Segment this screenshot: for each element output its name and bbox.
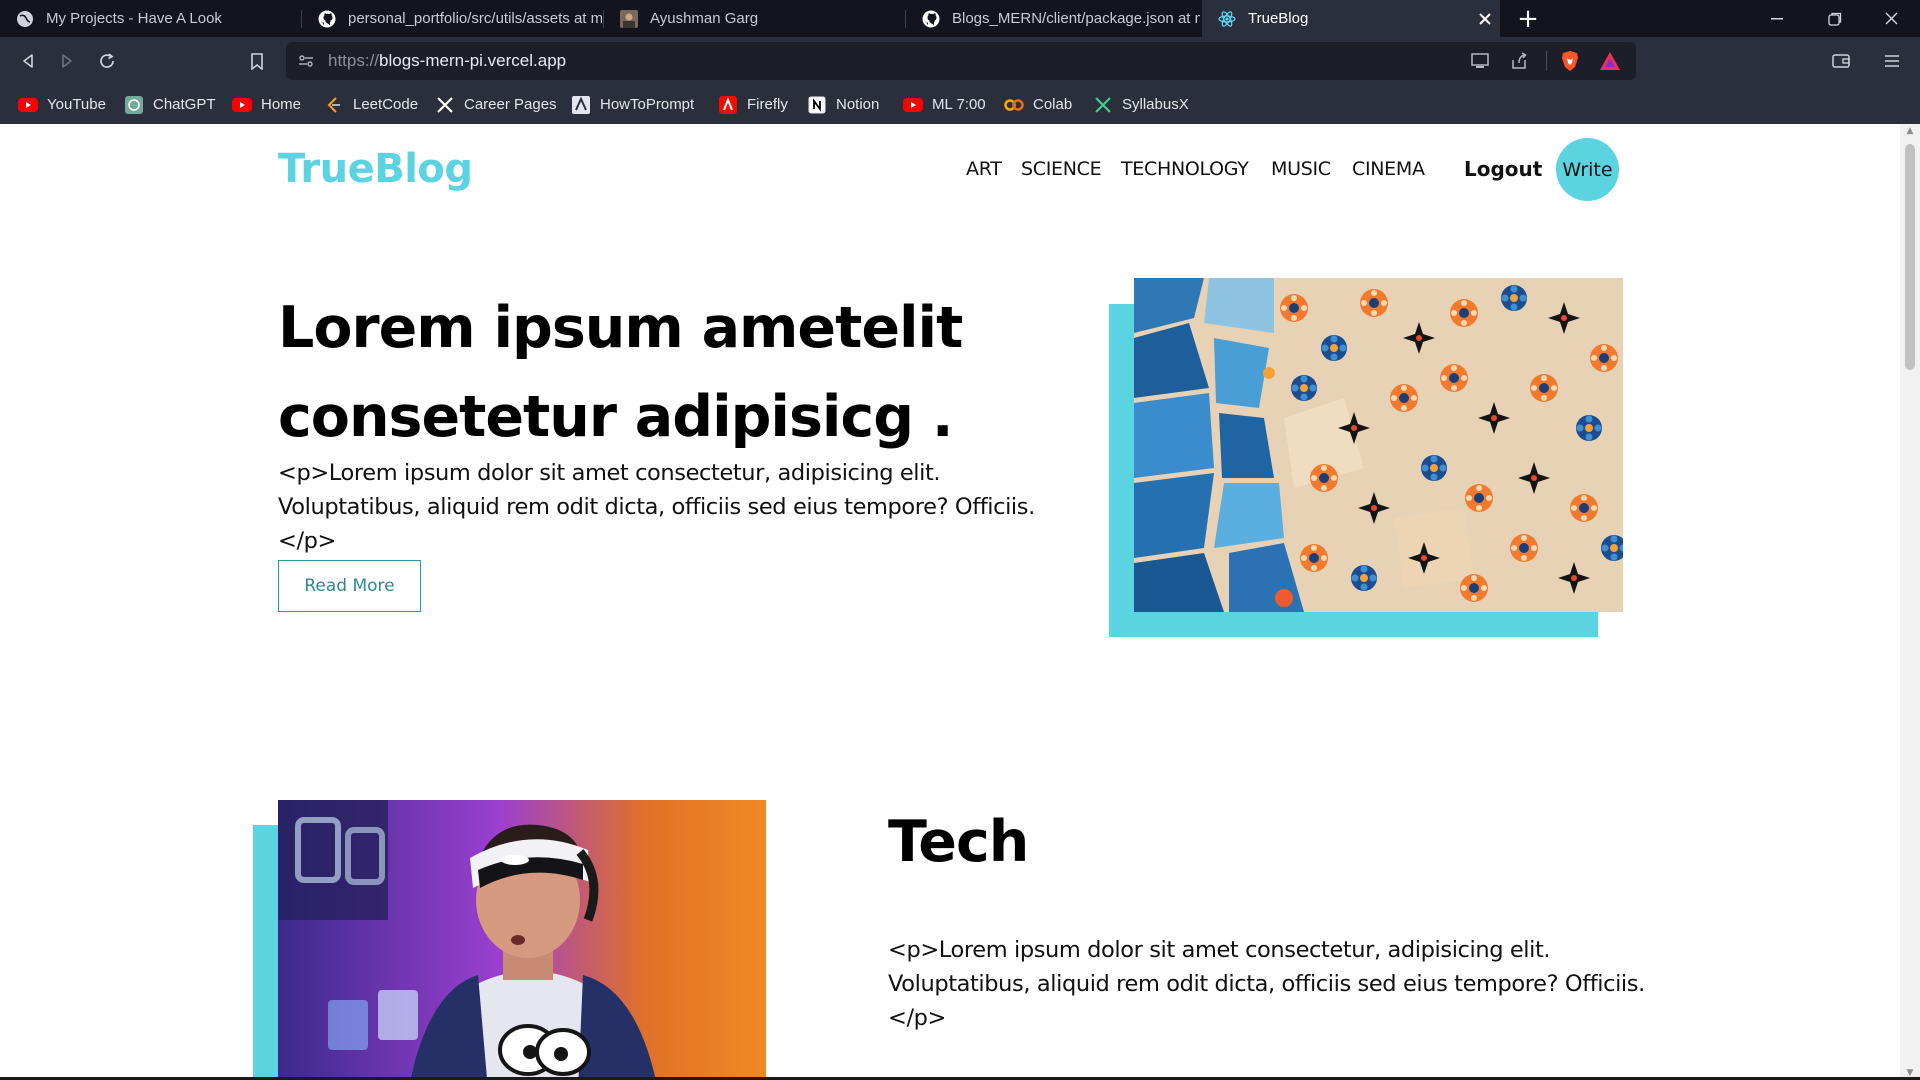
url-host: blogs-mern-pi.vercel.app bbox=[379, 51, 567, 70]
leetcode-icon bbox=[324, 96, 344, 114]
photo-icon bbox=[620, 9, 638, 28]
bookmark-label: LeetCode bbox=[353, 96, 419, 113]
bookmark-leetcode[interactable]: LeetCode bbox=[324, 85, 418, 124]
bookmark-label: Colab bbox=[1033, 96, 1073, 113]
logout-link[interactable]: Logout bbox=[1464, 157, 1542, 181]
back-icon[interactable] bbox=[12, 37, 44, 85]
bookmarks-bar: YouTube ChatGPT Home LeetCode Career Pag… bbox=[0, 85, 1920, 124]
browser-tab-title: TrueBlog bbox=[1248, 10, 1309, 27]
url-text[interactable]: https://blogs-mern-pi.vercel.app bbox=[328, 42, 566, 80]
post-image-vr bbox=[278, 800, 766, 1080]
bookmark-label: ChatGPT bbox=[153, 96, 216, 113]
post-image-mosaic bbox=[1134, 278, 1623, 612]
nav-category-science[interactable]: SCIENCE bbox=[1021, 158, 1102, 180]
browser-tab[interactable]: personal_portfolio/src/utils/assets at m bbox=[302, 0, 602, 37]
address-bar[interactable]: https://blogs-mern-pi.vercel.app bbox=[286, 42, 1636, 80]
bookmark-label: Career Pages bbox=[464, 96, 557, 113]
bookmark-colab[interactable]: Colab bbox=[1004, 85, 1072, 124]
scrollbar-thumb[interactable] bbox=[1905, 144, 1915, 370]
bookmark-label: HowToPrompt bbox=[600, 96, 695, 113]
github-icon bbox=[922, 10, 940, 28]
browser-tab-title: personal_portfolio/src/utils/assets at m bbox=[348, 10, 602, 27]
adobe-icon bbox=[718, 95, 738, 114]
bookmark-notion[interactable]: Notion bbox=[807, 85, 879, 124]
react-icon bbox=[1218, 10, 1236, 28]
reload-icon[interactable] bbox=[91, 37, 123, 85]
bookmark-label: YouTube bbox=[47, 96, 106, 113]
write-button[interactable]: Write bbox=[1556, 138, 1619, 201]
browser-tab-title: Ayushman Garg bbox=[650, 10, 759, 27]
site-settings-icon[interactable] bbox=[298, 53, 314, 73]
browser-tab-active[interactable]: TrueBlog bbox=[1202, 0, 1500, 37]
read-more-button[interactable]: Read More bbox=[278, 560, 421, 612]
browser-tab[interactable]: Blogs_MERN/client/package.json at m bbox=[906, 0, 1200, 37]
nav-category-art[interactable]: ART bbox=[966, 158, 1002, 180]
post-description: <p>Lorem ipsum dolor sit amet consectetu… bbox=[278, 460, 1035, 554]
youtube-icon bbox=[18, 96, 38, 114]
browser-tab-title: Blogs_MERN/client/package.json at m bbox=[952, 10, 1200, 27]
brave-rewards-icon[interactable] bbox=[1599, 51, 1621, 75]
colab-icon bbox=[1004, 96, 1024, 114]
bookmark-youtube[interactable]: YouTube bbox=[18, 85, 106, 124]
browser-tab[interactable]: My Projects - Have A Look bbox=[0, 0, 300, 37]
bookmark-firefly[interactable]: Firefly bbox=[718, 85, 788, 124]
bookmark-home[interactable]: Home bbox=[232, 85, 301, 124]
scroll-up-arrow-icon[interactable]: ▲ bbox=[1900, 124, 1920, 138]
restore-icon[interactable] bbox=[1806, 0, 1864, 37]
site-logo[interactable]: TrueBlog bbox=[278, 146, 473, 192]
youtube-icon bbox=[232, 96, 252, 114]
post-title: Lorem ipsum ametelit consetetur adipisic… bbox=[278, 295, 963, 450]
bookmark-label: ML 7:00 bbox=[932, 96, 986, 113]
wallet-icon[interactable] bbox=[1825, 37, 1857, 85]
new-tab-button[interactable]: + bbox=[1510, 0, 1546, 37]
bookmark-label: SyllabusX bbox=[1122, 96, 1189, 113]
globe-icon bbox=[16, 10, 34, 28]
x-icon bbox=[435, 96, 455, 114]
bookmark-syllabusx[interactable]: SyllabusX bbox=[1093, 85, 1189, 124]
toolbar-divider bbox=[1546, 51, 1547, 71]
nav-category-cinema[interactable]: CINEMA bbox=[1352, 158, 1425, 180]
bookmark-label: Notion bbox=[836, 96, 880, 113]
browser-tab-bar: My Projects - Have A Look personal_portf… bbox=[0, 0, 1920, 37]
youtube-icon bbox=[903, 96, 923, 114]
close-tab-icon[interactable] bbox=[1470, 0, 1500, 37]
menu-icon[interactable] bbox=[1876, 37, 1908, 85]
page-scrollbar[interactable]: ▲ ▼ bbox=[1900, 124, 1920, 1080]
howtoprompt-icon bbox=[571, 95, 591, 114]
bookmark-label: Firefly bbox=[747, 96, 788, 113]
page-viewport: TrueBlog ART SCIENCE TECHNOLOGY MUSIC CI… bbox=[0, 124, 1900, 1080]
close-window-icon[interactable] bbox=[1862, 0, 1920, 37]
x-icon bbox=[1093, 96, 1113, 114]
post-title: Tech bbox=[888, 809, 1029, 875]
share-icon[interactable] bbox=[1510, 52, 1528, 74]
github-icon bbox=[318, 10, 336, 28]
nav-category-music[interactable]: MUSIC bbox=[1271, 158, 1331, 180]
bookmark-howtoprompt[interactable]: HowToPrompt bbox=[571, 85, 694, 124]
browser-toolbar: https://blogs-mern-pi.vercel.app bbox=[0, 37, 1920, 85]
browser-tab-title: My Projects - Have A Look bbox=[46, 10, 222, 27]
bookmark-chatgpt[interactable]: ChatGPT bbox=[124, 85, 216, 124]
notion-icon bbox=[807, 96, 827, 114]
bookmark-ml[interactable]: ML 7:00 bbox=[903, 85, 986, 124]
chatgpt-icon bbox=[124, 95, 144, 114]
brave-shield-icon[interactable] bbox=[1560, 50, 1580, 76]
bookmark-career-pages[interactable]: Career Pages bbox=[435, 85, 557, 124]
nav-category-technology[interactable]: TECHNOLOGY bbox=[1121, 158, 1249, 180]
minimize-icon[interactable] bbox=[1748, 0, 1806, 37]
url-scheme: https:// bbox=[328, 51, 380, 70]
bookmark-label: Home bbox=[261, 96, 302, 113]
post-description: <p>Lorem ipsum dolor sit amet consectetu… bbox=[888, 937, 1645, 1031]
browser-tab[interactable]: Ayushman Garg bbox=[604, 0, 904, 37]
cast-icon[interactable] bbox=[1470, 52, 1490, 74]
forward-icon[interactable] bbox=[51, 37, 83, 85]
bookmark-icon[interactable] bbox=[241, 37, 273, 85]
